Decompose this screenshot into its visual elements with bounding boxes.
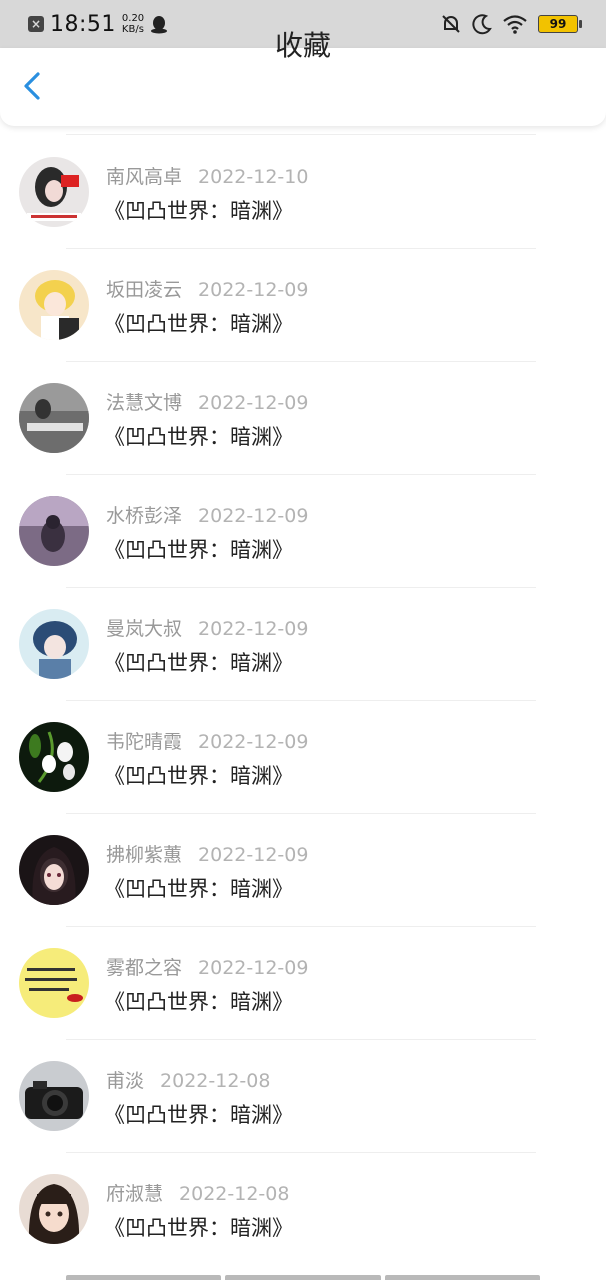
item-meta: 甫淡 2022-12-08: [106, 1068, 270, 1094]
user-avatar[interactable]: [19, 948, 89, 1018]
item-meta: 韦陀晴霞 2022-12-09: [106, 729, 308, 755]
bottom-tab-edge[interactable]: [384, 1275, 540, 1280]
item-meta: 府淑慧 2022-12-08: [106, 1181, 289, 1207]
item-meta: 曼岚大叔 2022-12-09: [106, 616, 308, 642]
list-item[interactable]: 水桥彭泽 2022-12-09 《凹凸世界：暗渊》: [0, 475, 606, 588]
list-item[interactable]: 坂田凌云 2022-12-09 《凹凸世界：暗渊》: [0, 249, 606, 362]
bottom-tab-bar-edge: [66, 1275, 540, 1280]
user-name: 拂柳紫蕙: [106, 844, 183, 866]
list-item[interactable]: 曼岚大叔 2022-12-09 《凹凸世界：暗渊》: [0, 588, 606, 701]
user-name: 甫淡: [106, 1070, 145, 1092]
item-date: 2022-12-09: [198, 505, 309, 527]
list-item[interactable]: 甫淡 2022-12-08 《凹凸世界：暗渊》: [0, 1040, 606, 1153]
item-meta: 雾都之容 2022-12-09: [106, 955, 308, 981]
book-title[interactable]: 《凹凸世界：暗渊》: [104, 648, 293, 678]
book-title[interactable]: 《凹凸世界：暗渊》: [104, 874, 293, 904]
page-title: 收藏: [274, 29, 331, 62]
user-avatar[interactable]: [19, 835, 89, 905]
book-title[interactable]: 《凹凸世界：暗渊》: [104, 196, 293, 226]
list-item[interactable]: 韦陀晴霞 2022-12-09 《凹凸世界：暗渊》: [0, 701, 606, 814]
book-title[interactable]: 《凹凸世界：暗渊》: [104, 761, 293, 791]
item-meta: 南风高卓 2022-12-10: [106, 164, 308, 190]
item-date: 2022-12-09: [198, 392, 309, 414]
list-item[interactable]: 南风高卓 2022-12-10 《凹凸世界：暗渊》: [0, 136, 606, 249]
user-name: 水桥彭泽: [106, 505, 183, 527]
user-name: 府淑慧: [106, 1183, 164, 1205]
user-avatar[interactable]: [19, 722, 89, 792]
user-avatar[interactable]: [19, 496, 89, 566]
user-name: 法慧文博: [106, 392, 183, 414]
list-divider: [66, 134, 536, 135]
item-meta: 法慧文博 2022-12-09: [106, 390, 308, 416]
user-avatar[interactable]: [19, 270, 89, 340]
bottom-tab-edge[interactable]: [66, 1275, 222, 1280]
user-avatar[interactable]: [19, 157, 89, 227]
bottom-tab-edge[interactable]: [225, 1275, 381, 1280]
book-title[interactable]: 《凹凸世界：暗渊》: [104, 1213, 293, 1243]
user-name: 南风高卓: [106, 166, 183, 188]
user-avatar[interactable]: [19, 1061, 89, 1131]
list-item[interactable]: 法慧文博 2022-12-09 《凹凸世界：暗渊》: [0, 362, 606, 475]
user-avatar[interactable]: [19, 609, 89, 679]
item-date: 2022-12-09: [198, 957, 309, 979]
item-date: 2022-12-09: [198, 279, 309, 301]
book-title[interactable]: 《凹凸世界：暗渊》: [104, 987, 293, 1017]
item-meta: 水桥彭泽 2022-12-09: [106, 503, 308, 529]
list-item[interactable]: 拂柳紫蕙 2022-12-09 《凹凸世界：暗渊》: [0, 814, 606, 927]
item-date: 2022-12-09: [198, 618, 309, 640]
user-avatar[interactable]: [19, 1174, 89, 1244]
user-name: 雾都之容: [106, 957, 183, 979]
user-name: 坂田凌云: [106, 279, 183, 301]
item-date: 2022-12-09: [198, 844, 309, 866]
item-meta: 坂田凌云 2022-12-09: [106, 277, 308, 303]
item-date: 2022-12-09: [198, 731, 309, 753]
book-title[interactable]: 《凹凸世界：暗渊》: [104, 422, 293, 452]
list-item[interactable]: 府淑慧 2022-12-08 《凹凸世界：暗渊》: [0, 1153, 606, 1266]
item-date: 2022-12-08: [179, 1183, 290, 1205]
book-title[interactable]: 《凹凸世界：暗渊》: [104, 1100, 293, 1130]
book-title[interactable]: 《凹凸世界：暗渊》: [104, 309, 293, 339]
book-title[interactable]: 《凹凸世界：暗渊》: [104, 535, 293, 565]
item-date: 2022-12-10: [198, 166, 309, 188]
list-item[interactable]: 雾都之容 2022-12-09 《凹凸世界：暗渊》: [0, 927, 606, 1040]
app-header: 收藏: [0, 29, 606, 126]
user-name: 韦陀晴霞: [106, 731, 183, 753]
user-name: 曼岚大叔: [106, 618, 183, 640]
item-date: 2022-12-08: [160, 1070, 271, 1092]
item-meta: 拂柳紫蕙 2022-12-09: [106, 842, 308, 868]
user-avatar[interactable]: [19, 383, 89, 453]
